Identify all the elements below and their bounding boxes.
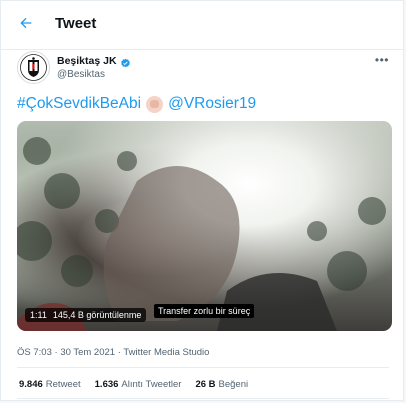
like-count: 26 B [195, 379, 216, 390]
page-header: Tweet [1, 1, 403, 50]
besiktas-logo [20, 54, 47, 81]
retweet-label: Retweet [45, 379, 81, 390]
like-label: Beğeni [218, 379, 249, 390]
author-name-row[interactable]: Beşiktaş JK [57, 55, 131, 67]
divider [17, 398, 389, 399]
video-duration: 1:11 [30, 310, 47, 320]
retweet-stat[interactable]: 9.846 Retweet [19, 379, 81, 390]
retweet-count: 9.846 [19, 379, 43, 390]
quote-tweet-stat[interactable]: 1.636 Alıntı Tweetler [95, 379, 182, 390]
tweet-text: #ÇokSevdikBeAbi @VRosier19 [17, 95, 256, 113]
video-player[interactable]: Transfer zorlu bir süreç 1:11 145,4 B gö… [17, 121, 392, 331]
tweet-card: Tweet Beşiktaş JK @Besiktas ••• #ÇokSevd… [0, 0, 404, 401]
arrow-left-icon [18, 15, 34, 36]
raised-fist-icon [146, 95, 164, 113]
tweet-source[interactable]: Twitter Media Studio [123, 347, 209, 358]
author-handle[interactable]: @Besiktas [57, 69, 105, 80]
divider [17, 367, 389, 368]
more-horizontal-icon: ••• [374, 53, 389, 67]
quote-tweet-label: Alıntı Tweetler [121, 379, 182, 390]
video-info-badge: 1:11 145,4 B görüntülenme [25, 308, 147, 322]
tweet-time[interactable]: ÖS 7:03 [17, 347, 52, 358]
back-button[interactable] [11, 10, 41, 40]
video-frame-image [17, 137, 386, 331]
video-views: 145,4 B görüntülenme [52, 310, 142, 320]
more-options-button[interactable]: ••• [375, 53, 389, 67]
tweet-date[interactable]: 30 Tem 2021 [60, 347, 115, 358]
video-caption: Transfer zorlu bir süreç [154, 304, 255, 318]
avatar[interactable] [17, 51, 50, 84]
mention-link[interactable]: @VRosier19 [168, 95, 256, 113]
verified-badge-icon [120, 56, 131, 67]
author-display-name[interactable]: Beşiktaş JK [57, 55, 117, 67]
like-stat[interactable]: 26 B Beğeni [195, 379, 248, 390]
page-title: Tweet [55, 15, 97, 32]
tweet-meta: ÖS 7:03 · 30 Tem 2021 · Twitter Media St… [17, 347, 209, 358]
quote-tweet-count: 1.636 [94, 379, 119, 390]
tweet-stats: 9.846 Retweet 1.636 Alıntı Tweetler 26 B Be… [19, 379, 248, 390]
hashtag-link[interactable]: #ÇokSevdikBeAbi [17, 95, 141, 113]
